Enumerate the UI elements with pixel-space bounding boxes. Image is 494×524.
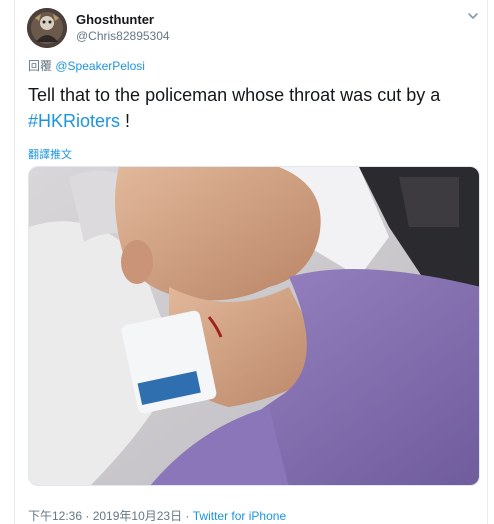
translate-tweet-link[interactable]: 翻譯推文 <box>28 146 72 162</box>
tweet-meta: 下午12:36 · 2019年10月23日 · Twitter for iPho… <box>28 507 286 524</box>
tweet-text-body: Tell that to the policeman whose throat … <box>28 85 441 105</box>
tweet-text: Tell that to the policeman whose throat … <box>28 82 478 134</box>
avatar[interactable] <box>27 8 67 48</box>
photo-illustration <box>29 167 479 485</box>
user-handle[interactable]: @Chris82895304 <box>76 29 170 43</box>
timeline-border-right <box>487 0 488 524</box>
reply-mention-link[interactable]: @SpeakerPelosi <box>55 59 145 73</box>
source-link[interactable]: Twitter for iPhone <box>193 509 286 523</box>
hashtag-link[interactable]: #HKRioters <box>28 111 120 131</box>
reply-context: 回覆 @SpeakerPelosi <box>28 57 145 74</box>
display-name[interactable]: Ghosthunter <box>76 12 154 27</box>
tweet-photo[interactable] <box>28 166 480 486</box>
timestamp[interactable]: 下午12:36 · 2019年10月23日 · <box>28 509 193 523</box>
tweet-text-end: ! <box>120 111 131 131</box>
avatar-image <box>27 8 67 48</box>
timeline-border-left <box>14 0 15 524</box>
tweet-card[interactable]: Ghosthunter @Chris82895304 回覆 @SpeakerPe… <box>0 0 494 524</box>
reply-prefix: 回覆 <box>28 59 53 73</box>
chevron-down-icon[interactable] <box>466 9 480 23</box>
